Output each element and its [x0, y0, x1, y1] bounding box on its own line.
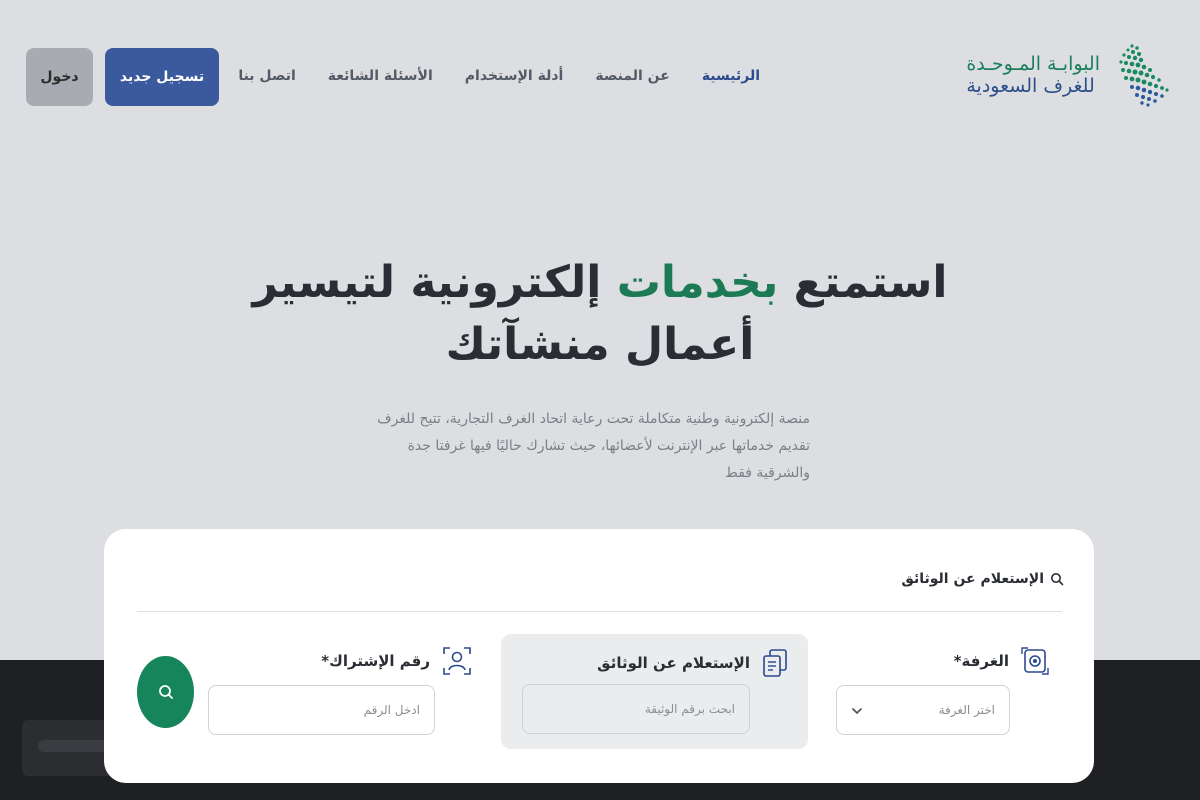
user-scan-icon — [443, 647, 471, 675]
brand-line-1: البوابـة المـوحـدة — [966, 53, 1100, 75]
brand-text: البوابـة المـوحـدة للغرف السعودية — [966, 53, 1100, 97]
saudi-map-icon — [1119, 44, 1169, 107]
subscription-number-input[interactable]: ادخل الرقم — [208, 685, 435, 735]
document-label-text: الإستعلام عن الوثائق — [597, 654, 750, 672]
hero-title-part1: استمتع — [778, 257, 948, 308]
document-label: الإستعلام عن الوثائق — [597, 648, 788, 678]
nav-item-guides[interactable]: أدلة الإستخدام — [465, 68, 564, 84]
login-button[interactable]: دخول — [26, 48, 93, 106]
document-number-input[interactable]: ابحث برقم الوثيقة — [522, 684, 750, 734]
nav-item-home[interactable]: الرئيسية — [702, 68, 760, 84]
document-placeholder: ابحث برقم الوثيقة — [644, 702, 735, 716]
document-panel: الإستعلام عن الوثائق ابحث برقم الوثيقة — [501, 634, 808, 749]
hero-title-accent: بخدمات — [616, 257, 779, 308]
chamber-icon — [1021, 647, 1049, 675]
chamber-select[interactable]: اختر الغرفة — [836, 685, 1010, 735]
search-button[interactable] — [137, 656, 194, 728]
register-button[interactable]: تسجيل جديد — [105, 48, 219, 106]
hero-description: منصة إلكترونية وطنية متكاملة تحت رعاية ا… — [377, 411, 810, 481]
hero-title: استمتع بخدمات إلكترونية لتيسير أعمال منش… — [200, 252, 1000, 376]
hero-title-part2: إلكترونية لتيسير — [252, 257, 617, 308]
card-header: الإستعلام عن الوثائق — [901, 571, 1064, 587]
chamber-label-text: الغرفة* — [953, 652, 1009, 670]
document-inquiry-card: الإستعلام عن الوثائق الغرفة* اختر الغرفة — [104, 529, 1094, 783]
card-title: الإستعلام عن الوثائق — [901, 571, 1044, 587]
main-nav: الرئيسية عن المنصة أدلة الإستخدام الأسئل… — [238, 66, 760, 86]
chevron-down-icon — [852, 708, 862, 715]
chamber-label: الغرفة* — [954, 646, 1049, 676]
subscription-label: رقم الإشتراك* — [321, 646, 472, 676]
nav-item-about[interactable]: عن المنصة — [595, 68, 669, 84]
brand-line-2: للغرف السعودية — [966, 75, 1095, 97]
chamber-placeholder: اختر الغرفة — [938, 703, 995, 717]
document-icon — [763, 649, 787, 677]
subscription-placeholder: ادخل الرقم — [363, 703, 420, 717]
brand-logo[interactable]: البوابـة المـوحـدة للغرف السعودية — [966, 40, 1170, 110]
nav-item-contact[interactable]: اتصل بنا — [238, 68, 295, 84]
card-divider — [137, 611, 1062, 612]
subscription-label-text: رقم الإشتراك* — [321, 652, 430, 670]
search-icon — [1051, 573, 1064, 586]
nav-item-faq[interactable]: الأسئلة الشائعة — [328, 68, 433, 84]
hero-title-line2: أعمال منشآتك — [445, 319, 755, 370]
search-icon — [158, 685, 173, 699]
